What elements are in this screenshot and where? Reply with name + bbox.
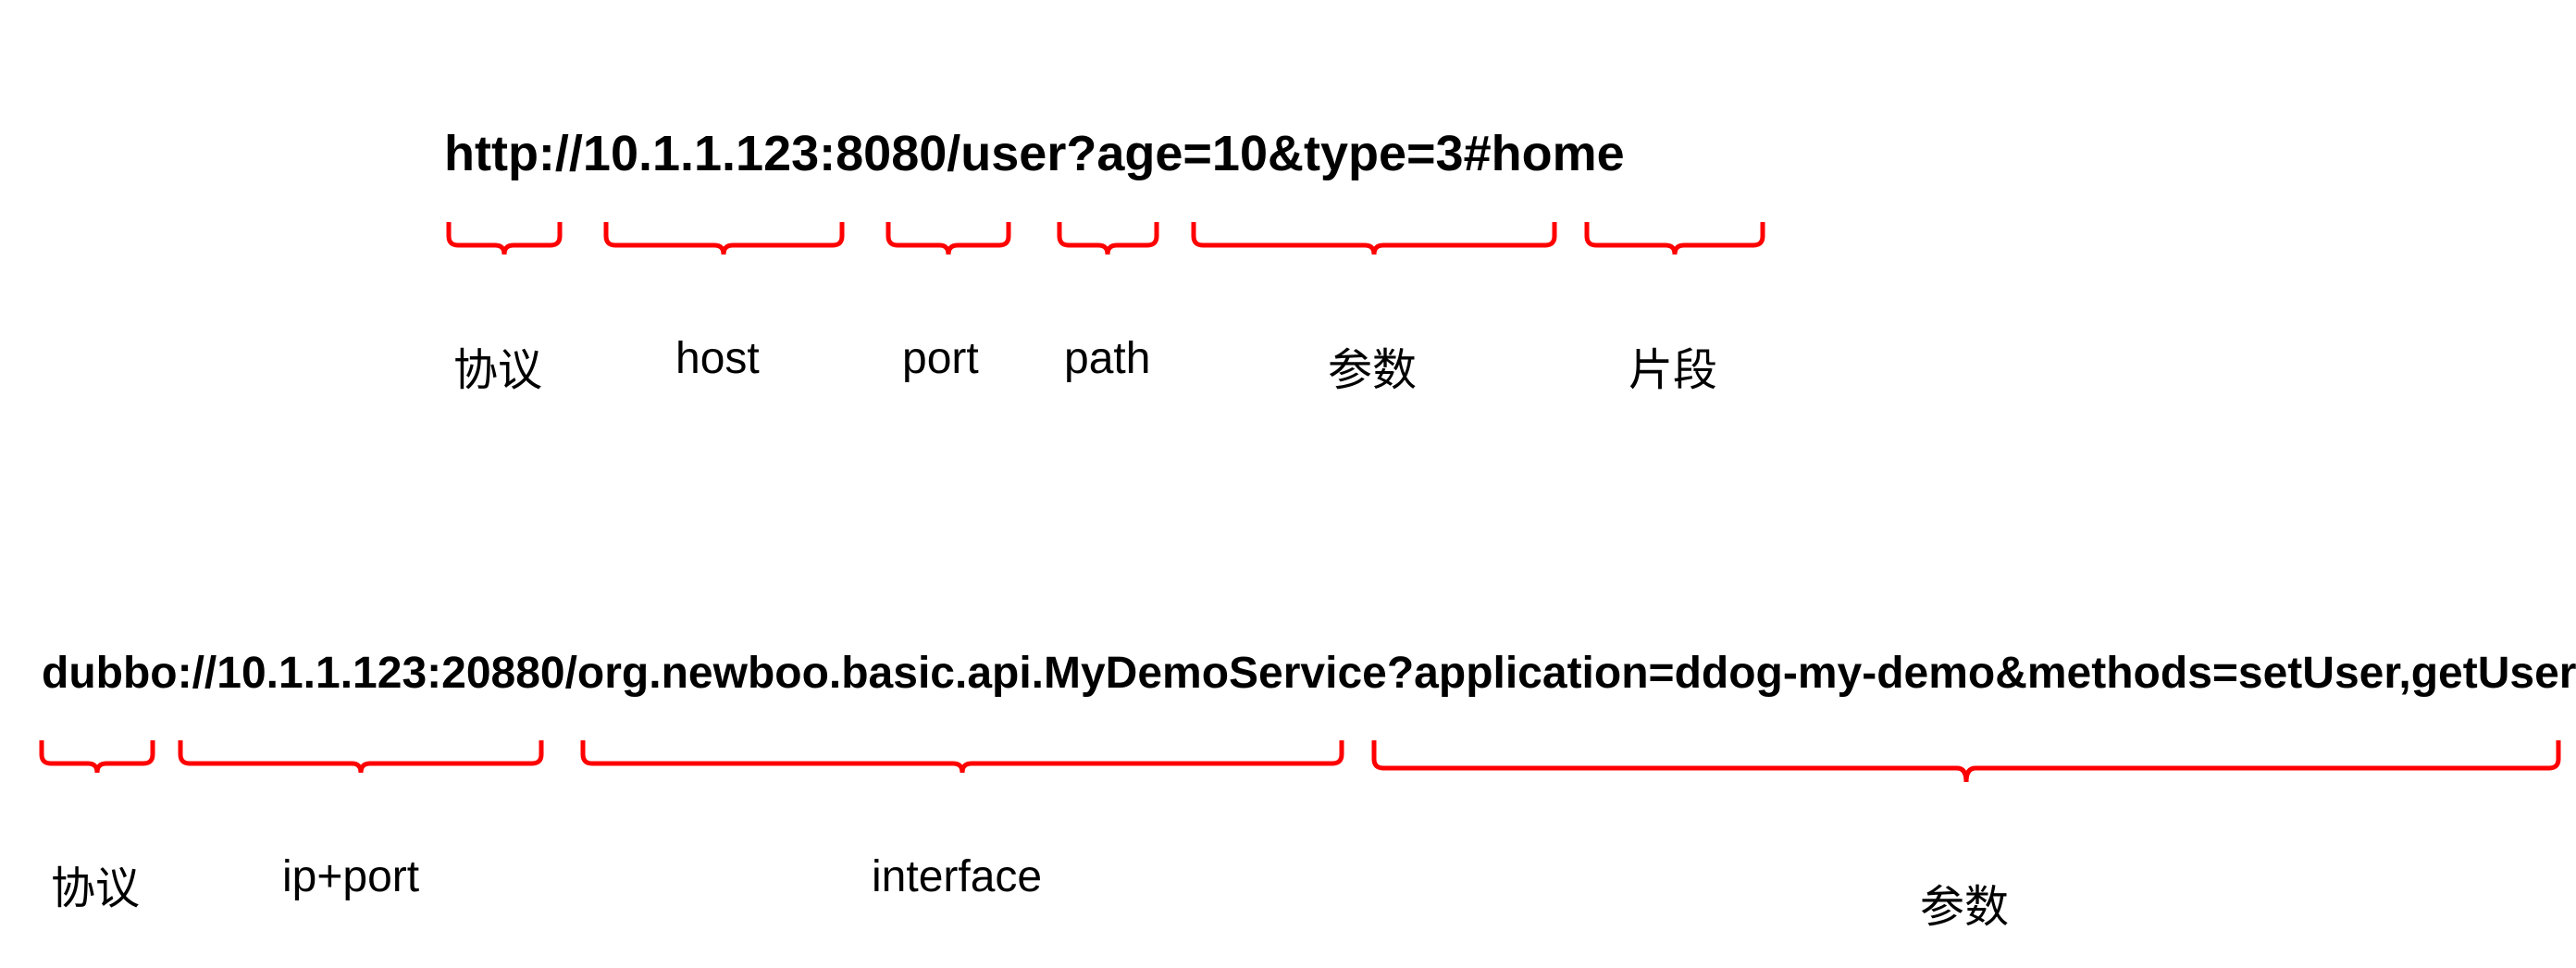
label-dubbo-ipport: ip+port: [282, 851, 419, 902]
label-http-port: port: [902, 333, 979, 384]
label-http-protocol: 协议: [453, 333, 542, 398]
brace-dubbo-ipport: [176, 736, 546, 791]
http-url-text: http://10.1.1.123:8080/user?age=10&type=…: [444, 125, 1625, 182]
label-http-fragment: 片段: [1629, 333, 1717, 398]
brace-http-host: [601, 217, 847, 273]
brace-dubbo-protocol: [37, 736, 157, 791]
brace-http-params: [1189, 217, 1559, 273]
brace-http-protocol: [444, 217, 564, 273]
label-http-path: path: [1064, 333, 1150, 384]
label-http-params: 参数: [1328, 333, 1417, 398]
label-http-host: host: [675, 333, 760, 384]
brace-http-fragment: [1582, 217, 1767, 273]
label-dubbo-params: 参数: [1920, 870, 2009, 935]
brace-http-port: [884, 217, 1013, 273]
dubbo-url-text: dubbo://10.1.1.123:20880/org.newboo.basi…: [42, 648, 2576, 699]
brace-dubbo-interface: [578, 736, 1346, 791]
brace-http-path: [1055, 217, 1161, 273]
label-dubbo-interface: interface: [872, 851, 1042, 902]
brace-dubbo-params: [1369, 736, 2563, 810]
label-dubbo-protocol: 协议: [51, 851, 140, 916]
